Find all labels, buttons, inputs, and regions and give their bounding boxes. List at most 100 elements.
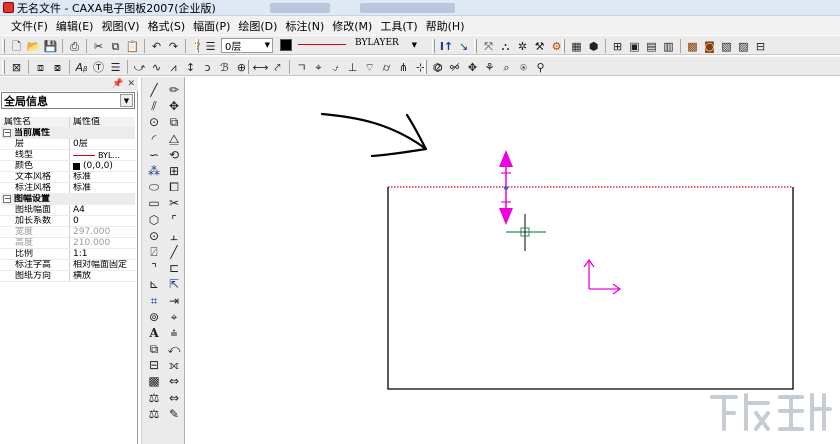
hatch-icon[interactable]: ⩘ <box>165 59 182 75</box>
property-row-scale[interactable]: 比例 1:1 <box>1 249 135 260</box>
menu-tools[interactable]: 工具(T) <box>377 18 420 34</box>
view-icon[interactable]: ▩ <box>145 373 163 389</box>
zoom-in-icon[interactable]: ⟋ <box>447 59 464 75</box>
library-icon[interactable]: ▦ <box>568 38 585 54</box>
pattern-icon[interactable]: ⊾ <box>145 276 163 292</box>
property-row-dim-style[interactable]: 标注风格 标准 <box>1 183 135 194</box>
open-file-icon[interactable]: 📂 <box>25 38 42 54</box>
dynamic-pan-icon[interactable]: ✲ <box>514 38 531 54</box>
title-block-icon[interactable]: ▤ <box>643 38 660 54</box>
line-icon[interactable]: ╱ <box>145 82 163 98</box>
parallel-line-icon[interactable]: ⫽ <box>145 98 163 114</box>
wave-line-icon[interactable]: ∿ <box>148 59 165 75</box>
pin-icon[interactable]: 📌 <box>112 79 123 89</box>
align-icon[interactable]: ⌖ <box>165 309 183 325</box>
chamfer-icon[interactable]: ⊏ <box>165 260 183 276</box>
property-group-header[interactable]: − 图幅设置 <box>1 194 135 205</box>
coordinate-dim-icon[interactable]: ㄱ <box>293 59 310 75</box>
insert-object-icon[interactable]: ⚖ <box>145 406 163 422</box>
datum-icon[interactable]: ⊥ <box>344 59 361 75</box>
break-line-icon[interactable]: ⤻ <box>131 59 148 75</box>
edit-icon[interactable]: ⟗ <box>165 357 183 373</box>
text-style-icon[interactable]: ⊠ <box>8 59 25 75</box>
object-snap-icon[interactable]: I↑ <box>438 38 455 54</box>
sheet-list-icon[interactable]: ⊟ <box>752 38 769 54</box>
pencil-icon[interactable]: ✎ <box>165 406 183 422</box>
zoom-out-icon[interactable]: ✥ <box>464 59 481 75</box>
ellipse-icon[interactable]: ⬭ <box>145 179 163 195</box>
property-row-linetype[interactable]: 线型 BYL... <box>1 150 135 161</box>
copy-icon[interactable]: ⧉ <box>107 38 124 54</box>
toolbar-grip[interactable] <box>2 39 5 53</box>
table-icon[interactable]: ⧉ <box>145 341 163 357</box>
block-icon[interactable]: ⊞ <box>609 38 626 54</box>
property-row-layer[interactable]: 层 0层 <box>1 139 135 150</box>
centerline-icon[interactable]: ℬ <box>216 59 233 75</box>
undo-icon[interactable]: ↶ <box>148 38 165 54</box>
menu-dimension[interactable]: 标注(N) <box>282 18 327 34</box>
new-file-icon[interactable]: 🗋 <box>8 38 25 54</box>
layer-select[interactable]: 0层 ▼ <box>221 38 273 53</box>
arc-icon[interactable]: ◜ <box>145 131 163 147</box>
toolbar-grip[interactable] <box>196 39 199 53</box>
tolerance-icon[interactable]: ⌭ <box>378 59 395 75</box>
text-icon[interactable]: Aᵦ <box>73 59 90 75</box>
bom-icon[interactable]: ▩ <box>684 38 701 54</box>
property-group-header[interactable]: − 当前属性 <box>1 128 135 139</box>
weld-icon[interactable]: ⌔ <box>361 59 378 75</box>
app-logo-icon[interactable] <box>3 2 14 13</box>
point-icon[interactable]: ⁂ <box>145 163 163 179</box>
leader-icon[interactable]: ⌖ <box>310 59 327 75</box>
stretch-icon[interactable]: ⇱ <box>165 276 183 292</box>
menu-draw[interactable]: 绘图(D) <box>235 18 280 34</box>
extend-icon[interactable]: ⌜ <box>165 212 183 228</box>
property-edit-icon[interactable]: ⇔ <box>165 390 183 406</box>
menu-sheet[interactable]: 幅面(P) <box>190 18 233 34</box>
close-icon[interactable]: ✕ <box>127 79 135 89</box>
frame-icon[interactable]: ▣ <box>626 38 643 54</box>
save-icon[interactable]: 💾 <box>42 38 59 54</box>
insert-icon[interactable]: ⬢ <box>585 38 602 54</box>
fillet-icon[interactable]: ╱ <box>165 244 183 260</box>
color-select[interactable] <box>280 39 292 51</box>
parts-list-icon[interactable]: ▥ <box>660 38 677 54</box>
attribute-icon[interactable]: ☰ <box>107 59 124 75</box>
toolbar-grip[interactable] <box>246 60 249 74</box>
pan-icon[interactable]: ⤧ <box>480 38 497 54</box>
menu-modify[interactable]: 修改(M) <box>329 18 375 34</box>
erase-icon[interactable]: ✏ <box>165 82 183 98</box>
hatch-setting-icon[interactable]: ⧇ <box>49 59 66 75</box>
rectangle-icon[interactable]: ▭ <box>145 195 163 211</box>
menu-format[interactable]: 格式(S) <box>145 18 189 34</box>
print-icon[interactable]: ⎙ <box>66 38 83 54</box>
move-icon[interactable]: ✥ <box>165 98 183 114</box>
dimension-icon[interactable]: ⊟ <box>145 357 163 373</box>
toolbar-grip[interactable] <box>562 39 565 53</box>
toolbar-grip[interactable] <box>432 39 435 53</box>
menu-edit[interactable]: 编辑(E) <box>53 18 97 34</box>
property-row-extension-factor[interactable]: 加长系数 0 <box>1 216 135 227</box>
table-icon[interactable]: Ⓣ <box>90 59 107 75</box>
zoom-dynamic-icon[interactable]: ⚲ <box>532 59 549 75</box>
toolbar-grip[interactable] <box>474 39 477 53</box>
spline-icon[interactable]: ↄ <box>199 59 216 75</box>
property-row-color[interactable]: 颜色 (0,0,0) <box>1 161 135 172</box>
hatch-icon[interactable]: ⌝ <box>145 260 163 276</box>
circle-icon[interactable]: ⊙ <box>145 114 163 130</box>
zoom-window-icon[interactable]: ⚒ <box>531 38 548 54</box>
zoom-all-icon[interactable]: ⊘ <box>430 59 447 75</box>
zoom-previous-icon[interactable]: ⌕ <box>498 59 515 75</box>
spline-icon[interactable]: ∽ <box>145 147 163 163</box>
balloon-icon[interactable]: ◙ <box>701 38 718 54</box>
zoom-extents-icon[interactable]: ⚘ <box>481 59 498 75</box>
center-line-icon[interactable]: ↕ <box>182 59 199 75</box>
cut-icon[interactable]: ✂ <box>90 38 107 54</box>
sheet-setup-icon[interactable]: ▨ <box>735 38 752 54</box>
collapse-icon[interactable]: − <box>3 129 11 137</box>
property-row-sheet-size[interactable]: 图纸幅面 A4 <box>1 205 135 216</box>
paste-icon[interactable]: 📋 <box>124 38 141 54</box>
toolbar-grip[interactable] <box>2 60 5 74</box>
dimension-style-icon[interactable]: ⧈ <box>32 59 49 75</box>
scale-icon[interactable]: ⧠ <box>165 179 183 195</box>
lengthen-icon[interactable]: ⤺ <box>165 341 183 357</box>
